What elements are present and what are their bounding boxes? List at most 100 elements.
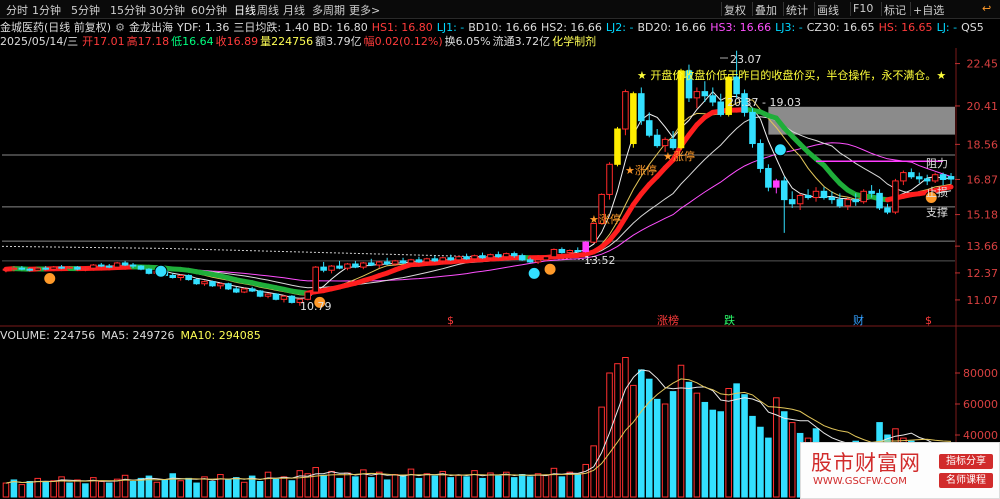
volume-bar (503, 471, 510, 498)
candle-body (391, 260, 399, 265)
candle-body (10, 267, 18, 270)
candle-body (812, 190, 820, 199)
volume-bar (296, 470, 304, 498)
event-mark-4: $ (925, 314, 932, 327)
candle-body (900, 172, 907, 182)
volume-bar (685, 381, 693, 498)
candle-body (931, 174, 939, 182)
candle-body (272, 293, 280, 300)
candle-body (693, 91, 701, 99)
candle-body (169, 274, 177, 278)
candle-body (240, 288, 248, 293)
candle-body (50, 266, 57, 270)
volume-bar (105, 482, 113, 498)
candle-body (526, 259, 534, 263)
volume-bar (463, 476, 470, 498)
candle-body (280, 295, 288, 300)
candle-body (923, 178, 931, 182)
volume-bar (66, 482, 73, 498)
candle-body (447, 257, 454, 261)
candle-body (495, 254, 502, 258)
stop-loss-label: 止损 (926, 185, 948, 199)
candle-body (479, 255, 486, 259)
kline-chart[interactable]: 22.45 20.41 18.56 16.87 15.18 13.66 12.37 11.07… (0, 0, 1000, 499)
volume-tick-label-0: 80000 (963, 367, 998, 380)
candle-body (264, 293, 272, 297)
candle-body (2, 268, 10, 271)
volume-bar (129, 481, 137, 498)
candle-body (368, 262, 375, 266)
volume-bar (288, 480, 296, 498)
volume-bar (352, 476, 359, 498)
event-mark-0: $ (447, 314, 454, 327)
watermark-title: 股市财富网 (811, 451, 921, 475)
volume-bar (773, 397, 780, 498)
volume-bar (383, 479, 391, 498)
volume-bar (725, 388, 732, 498)
candle-body (915, 176, 923, 180)
limit-up-label-1: ★涨停 (625, 163, 657, 177)
price-tick-label-7: 11.07 (967, 294, 999, 307)
volume-bar (574, 474, 582, 498)
volume-bar (50, 480, 57, 498)
volume-bar (701, 401, 709, 498)
candle-body (177, 274, 184, 278)
volume-bar (638, 369, 645, 498)
volume-tick-label-1: 60000 (963, 398, 998, 411)
candle-body (717, 101, 725, 115)
candle-body (352, 263, 359, 268)
volume-bar (550, 467, 558, 498)
volume-bar (630, 384, 637, 498)
signal-circle-4 (543, 262, 557, 276)
volume-bar (566, 471, 574, 498)
candle-body (58, 266, 65, 269)
candle-body (320, 266, 327, 271)
candle-body (630, 93, 637, 145)
candle-body (487, 254, 494, 259)
candle-body (558, 248, 566, 254)
candle-body (137, 265, 145, 270)
candle-body (312, 266, 319, 293)
watermark-logo: 股市财富网 WWW.GSCFW.COM 指标分享 名师课程 (800, 442, 1000, 499)
volume-bar (256, 481, 264, 498)
candle-body (844, 199, 852, 207)
candle-body (105, 265, 113, 268)
teacher-course-button[interactable]: 名师课程 (939, 473, 993, 488)
volume-bar (661, 403, 669, 498)
candle-body (614, 128, 621, 165)
candle-body (248, 288, 256, 292)
volume-bar (193, 482, 200, 498)
volume-bar (82, 483, 89, 498)
candle-body (360, 262, 367, 268)
volume-bar (153, 481, 161, 498)
volume-bar (272, 478, 280, 498)
candle-body (304, 291, 312, 300)
candle-body (773, 180, 780, 188)
candle-body (217, 283, 224, 287)
event-mark-1: 涨榜 (657, 313, 679, 327)
candle-body (550, 248, 558, 258)
candle-body (225, 283, 232, 290)
volume-bar (558, 476, 566, 498)
candle-body (796, 194, 804, 205)
candle-body (804, 194, 812, 199)
candle-body (121, 262, 129, 266)
volume-bar (113, 478, 121, 498)
volume-bar (423, 473, 431, 498)
indicator-share-button[interactable]: 指标分享 (939, 454, 993, 469)
event-mark-3: 财 (853, 313, 864, 327)
volume-bar (217, 474, 224, 498)
volume-bar (757, 426, 764, 498)
candle-body (74, 266, 81, 270)
volume-bar (677, 364, 685, 498)
volume-bar (169, 473, 177, 498)
candle-body (606, 163, 613, 195)
candle-body (638, 93, 645, 122)
candle-body (860, 190, 867, 203)
volume-bar (399, 475, 407, 498)
volume-bar (455, 474, 462, 498)
candle-body (503, 253, 510, 258)
candle-body (669, 138, 677, 149)
volume-bar (645, 378, 653, 498)
candle-body (232, 288, 240, 293)
